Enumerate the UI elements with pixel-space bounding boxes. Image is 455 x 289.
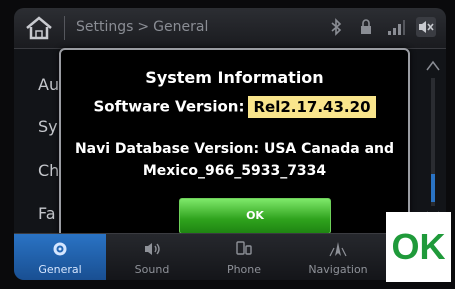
scroll-thumb[interactable] xyxy=(431,174,435,202)
home-button[interactable] xyxy=(22,15,56,41)
dialog-title: System Information xyxy=(145,68,324,87)
ok-button[interactable]: OK xyxy=(179,198,331,234)
breadcrumb: Settings > General xyxy=(76,19,208,35)
scroll-up-icon[interactable] xyxy=(426,60,440,71)
tab-general-label: General xyxy=(38,263,82,276)
speaker-icon xyxy=(145,243,160,255)
software-version-value: Rel2.17.43.20 xyxy=(248,95,376,118)
speaker-mute-icon xyxy=(419,21,434,33)
infotainment-screen: Settings > General Au Sy Ch Fa System In… xyxy=(14,8,446,280)
tab-phone[interactable]: Phone xyxy=(198,234,290,280)
tab-navigation[interactable]: Navigation xyxy=(290,234,386,280)
system-information-dialog: System Information Software Version: Rel2… xyxy=(59,48,410,248)
bluetooth-icon xyxy=(326,17,346,37)
list-item[interactable]: Sy xyxy=(38,117,58,136)
phone-icon xyxy=(236,241,252,255)
scrollbar[interactable] xyxy=(424,56,442,226)
breadcrumb-root: Settings xyxy=(76,19,134,35)
tab-navigation-label: Navigation xyxy=(308,263,368,276)
list-item[interactable]: Fa xyxy=(38,204,56,223)
list-item[interactable]: Au xyxy=(38,75,59,94)
ok-stamp: OK xyxy=(386,212,451,282)
navi-version-line2: Mexico_966_5933_7334 xyxy=(142,163,327,179)
breadcrumb-separator: > xyxy=(137,19,150,35)
bottom-tab-bar: General Sound Phone Navigation xyxy=(14,233,446,280)
status-icons xyxy=(326,17,436,37)
list-item[interactable]: Ch xyxy=(38,161,59,180)
lock-icon xyxy=(356,17,376,37)
tab-phone-label: Phone xyxy=(226,263,262,276)
navi-database-version: Navi Database Version: USA Canada and Me… xyxy=(71,138,398,182)
tab-general[interactable]: General xyxy=(14,234,106,280)
top-bar: Settings > General xyxy=(14,8,446,49)
top-separator xyxy=(64,16,65,40)
home-icon xyxy=(26,16,52,40)
navi-version-line1: Navi Database Version: USA Canada and xyxy=(74,141,395,157)
software-version-label: Software Version: xyxy=(93,97,245,116)
navigation-icon xyxy=(329,242,347,257)
signal-icon xyxy=(386,17,406,37)
tab-sound[interactable]: Sound xyxy=(106,234,198,280)
gear-icon xyxy=(53,242,67,256)
tab-sound-label: Sound xyxy=(134,263,170,276)
breadcrumb-current: General xyxy=(153,19,209,35)
software-version-row: Software Version: Rel2.17.43.20 xyxy=(61,95,408,118)
mute-button[interactable] xyxy=(416,17,436,37)
